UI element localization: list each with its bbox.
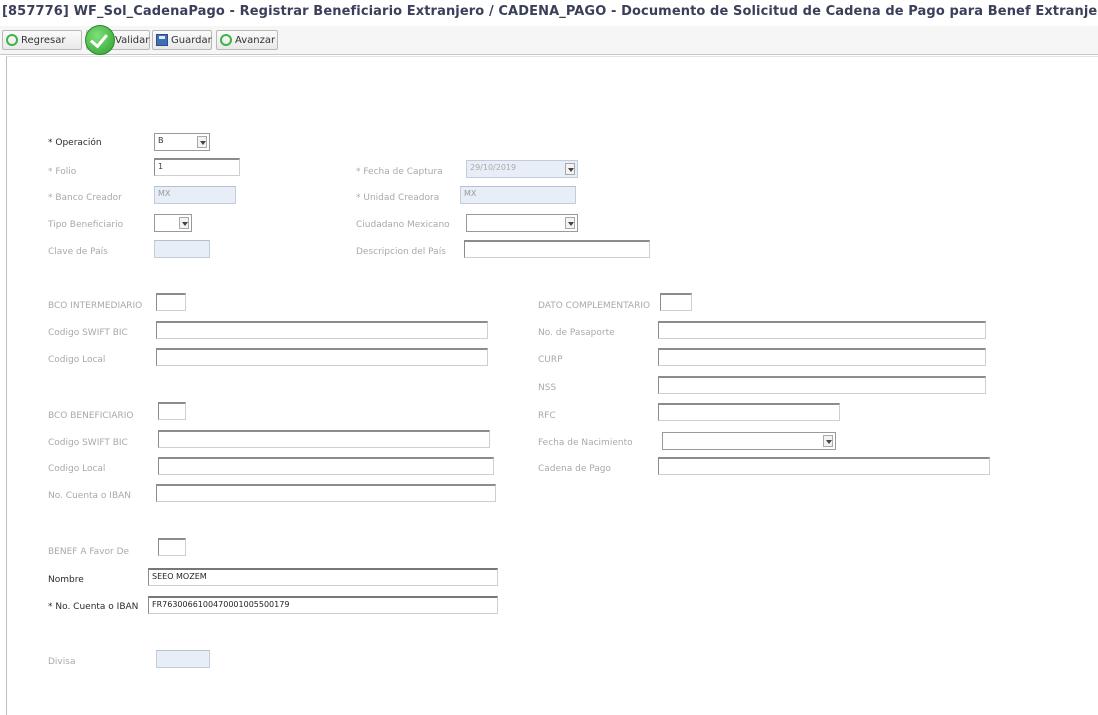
operacion-label: * Operación	[48, 138, 102, 148]
no-cuenta-iban-field-1[interactable]	[156, 484, 496, 502]
operacion-value: B	[158, 136, 164, 145]
clave-pais-field[interactable]	[154, 240, 210, 258]
tipo-beneficiario-select[interactable]	[154, 214, 192, 232]
divisa-field[interactable]	[156, 650, 210, 668]
unidad-creadora-label: * Unidad Creadora	[356, 193, 440, 203]
cadena-pago-label: Cadena de Pago	[538, 464, 611, 474]
rfc-field[interactable]	[658, 403, 840, 421]
tipo-beneficiario-label: Tipo Beneficiario	[48, 220, 124, 230]
rfc-label: RFC	[538, 411, 556, 421]
fecha-captura-label: * Fecha de Captura	[356, 167, 443, 177]
pasaporte-field[interactable]	[658, 321, 986, 339]
bco-beneficiario-label: BCO BENEFICIARIO	[48, 411, 134, 421]
pasaporte-label: No. de Pasaporte	[538, 328, 615, 338]
window-title: [857776] WF_Sol_CadenaPago - Registrar B…	[2, 4, 1098, 19]
operacion-select[interactable]: B	[154, 133, 210, 151]
bco-intermediario-label: BCO INTERMEDIARIO	[48, 301, 143, 311]
descripcion-pais-field[interactable]	[464, 240, 650, 258]
chevron-down-icon	[823, 435, 833, 447]
fecha-nacimiento-label: Fecha de Nacimiento	[538, 438, 633, 448]
chevron-down-icon	[565, 163, 575, 175]
ciudadano-mexicano-select[interactable]	[466, 214, 578, 232]
codigo-swift-field-1[interactable]	[156, 321, 488, 339]
toolbar: Regresar Validar Guardar Avanzar	[0, 25, 1098, 55]
codigo-local-field-1[interactable]	[156, 348, 488, 366]
validar-button[interactable]: Validar	[85, 25, 150, 55]
bco-beneficiario-field[interactable]	[158, 402, 186, 420]
codigo-swift-label-1: Codigo SWIFT BIC	[48, 328, 128, 338]
no-cuenta-iban-label-1: No. Cuenta o IBAN	[48, 491, 132, 501]
codigo-swift-field-2[interactable]	[158, 430, 490, 448]
nombre-field[interactable]: SEEO MOZEM	[148, 568, 498, 586]
nss-label: NSS	[538, 383, 557, 393]
chevron-down-icon	[565, 217, 575, 229]
avanzar-button[interactable]: Avanzar	[216, 30, 278, 50]
validar-label: Validar	[115, 34, 150, 46]
checkmark-icon	[85, 25, 115, 55]
avanzar-label: Avanzar	[235, 34, 276, 46]
guardar-label: Guardar	[171, 34, 212, 46]
chevron-down-icon	[179, 217, 189, 229]
banco-creador-field[interactable]: MX	[154, 186, 236, 204]
regresar-label: Regresar	[21, 34, 66, 46]
folio-label: * Folio	[48, 167, 77, 177]
descripcion-pais-label: Descripcion del País	[356, 247, 446, 257]
divisa-label: Divisa	[48, 657, 76, 667]
dato-complementario-field[interactable]	[660, 293, 692, 311]
dato-complementario-label: DATO COMPLEMENTARIO	[538, 301, 651, 311]
chevron-down-icon	[197, 136, 207, 148]
cadena-pago-field[interactable]	[658, 457, 990, 475]
banco-creador-label: * Banco Creador	[48, 193, 122, 203]
benef-favor-label: BENEF A Favor De	[48, 547, 130, 557]
clave-pais-label: Clave de País	[48, 247, 108, 257]
window-title-bar: [857776] WF_Sol_CadenaPago - Registrar B…	[0, 0, 1098, 28]
no-cuenta-iban-label-2: * No. Cuenta o IBAN	[48, 602, 139, 612]
curp-label: CURP	[538, 355, 563, 365]
fecha-captura-select[interactable]: 29/10/2019	[466, 160, 578, 178]
save-disk-icon	[156, 34, 168, 46]
codigo-local-label-1: Codigo Local	[48, 355, 106, 365]
folio-field[interactable]: 1	[154, 158, 240, 176]
guardar-button[interactable]: Guardar	[152, 30, 212, 50]
no-cuenta-iban-field-2[interactable]: FR7630066100470001005500179	[148, 596, 498, 614]
circle-arrow-icon	[6, 34, 18, 46]
benef-favor-field[interactable]	[158, 538, 186, 556]
codigo-local-field-2[interactable]	[158, 457, 494, 475]
circle-forward-icon	[220, 34, 232, 46]
unidad-creadora-field[interactable]: MX	[460, 186, 576, 204]
bco-intermediario-field[interactable]	[156, 293, 186, 311]
ciudadano-mexicano-label: Ciudadano Mexicano	[356, 220, 450, 230]
fecha-nacimiento-select[interactable]	[662, 432, 836, 450]
codigo-local-label-2: Codigo Local	[48, 464, 106, 474]
regresar-button[interactable]: Regresar	[2, 30, 82, 50]
codigo-swift-label-2: Codigo SWIFT BIC	[48, 438, 128, 448]
curp-field[interactable]	[658, 348, 986, 366]
nss-field[interactable]	[658, 376, 986, 394]
nombre-label: Nombre	[48, 575, 84, 585]
fecha-captura-value: 29/10/2019	[470, 163, 517, 172]
